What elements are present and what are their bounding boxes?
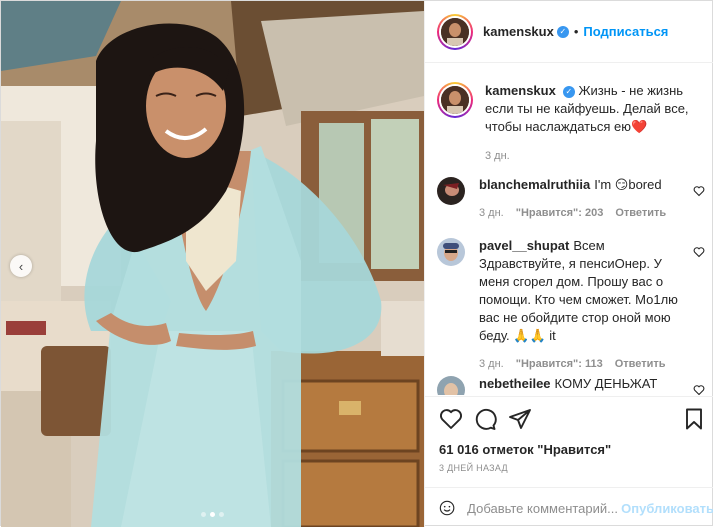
action-bar bbox=[439, 407, 706, 433]
follow-button[interactable]: Подписаться bbox=[583, 24, 668, 39]
caption-time: 3 дн. bbox=[485, 150, 510, 162]
carousel-dots bbox=[201, 512, 224, 517]
comment-bubble-icon[interactable] bbox=[473, 407, 497, 431]
verified-badge-icon: ✓ bbox=[556, 25, 569, 38]
carousel-dot-active bbox=[210, 512, 215, 517]
caption-text-block: kamenskux ✓ Жизнь - не жизнь если ты не к… bbox=[485, 82, 700, 165]
photo-illustration bbox=[1, 1, 424, 527]
likes-count[interactable]: 61 016 отметок "Нравится" bbox=[439, 442, 611, 457]
author-avatar[interactable] bbox=[437, 13, 473, 50]
post-date[interactable]: 3 дней назад bbox=[439, 463, 508, 473]
post-actions: 61 016 отметок "Нравится" 3 дней назад О… bbox=[425, 396, 713, 527]
comment-input[interactable] bbox=[467, 500, 618, 516]
caption-username[interactable]: kamenskux bbox=[485, 83, 556, 98]
post-header: kamenskux ✓ • Подписаться bbox=[425, 1, 713, 63]
add-comment-bar: Опубликовать bbox=[425, 487, 713, 528]
verified-badge-icon: ✓ bbox=[562, 86, 575, 98]
comment-item: nebetheilee КОМУ ДЕНЬЖАТ bbox=[437, 375, 705, 395]
author-username[interactable]: kamenskux bbox=[483, 24, 554, 39]
instagram-post: ‹ kamenskux ✓ • Подписаться kamenskux ✓ … bbox=[0, 0, 713, 527]
post-photo[interactable]: ‹ bbox=[1, 1, 424, 527]
reply-button[interactable]: Ответить bbox=[615, 204, 666, 222]
comment-item: pavel__shupat Всем Здравствуйте, я пенсиО… bbox=[437, 237, 705, 373]
caption-avatar[interactable] bbox=[437, 82, 473, 118]
comment-likes[interactable]: "Нравится": 113 bbox=[516, 355, 603, 373]
share-send-icon[interactable] bbox=[508, 407, 532, 431]
post-caption: kamenskux ✓ Жизнь - не жизнь если ты не к… bbox=[425, 64, 713, 165]
comment-time[interactable]: 3 дн. bbox=[479, 355, 504, 373]
comment-likes[interactable]: "Нравится": 203 bbox=[516, 204, 604, 222]
comment-time[interactable]: 3 дн. bbox=[479, 204, 504, 222]
comment-item: blanchemalruthiia I'm 😏bored 3 дн. "Нрави… bbox=[437, 176, 705, 222]
previous-photo-button[interactable]: ‹ bbox=[10, 255, 32, 277]
reply-button[interactable]: Ответить bbox=[615, 355, 666, 373]
commenter-avatar[interactable] bbox=[437, 177, 465, 205]
commenter-avatar[interactable] bbox=[437, 376, 465, 395]
comment-like-icon[interactable] bbox=[693, 384, 705, 395]
carousel-dot bbox=[219, 512, 224, 517]
carousel-dot bbox=[201, 512, 206, 517]
comment-username[interactable]: nebetheilee bbox=[479, 376, 551, 391]
bookmark-save-icon[interactable] bbox=[682, 407, 706, 431]
post-side-panel: kamenskux ✓ • Подписаться kamenskux ✓ Жиз… bbox=[424, 1, 713, 527]
emoji-smiley-icon[interactable] bbox=[439, 496, 455, 520]
comment-like-icon[interactable] bbox=[693, 185, 705, 197]
comment-like-icon[interactable] bbox=[693, 246, 705, 258]
like-heart-icon[interactable] bbox=[439, 407, 463, 431]
comment-username[interactable]: pavel__shupat bbox=[479, 238, 569, 253]
comments-list[interactable]: kamenskux ✓ Жизнь - не жизнь если ты не к… bbox=[425, 64, 713, 395]
heart-emoji: ❤️ bbox=[631, 119, 648, 134]
comment-username[interactable]: blanchemalruthiia bbox=[479, 177, 590, 192]
commenter-avatar[interactable] bbox=[437, 238, 465, 266]
publish-button[interactable]: Опубликовать bbox=[621, 501, 713, 516]
comment-text: I'm 😏bored bbox=[594, 177, 662, 192]
comment-text: КОМУ ДЕНЬЖАТ bbox=[554, 376, 658, 391]
header-separator: • bbox=[573, 24, 579, 39]
comment-text: Всем Здравствуйте, я пенсиОнер. У меня с… bbox=[479, 238, 678, 343]
chevron-left-icon: ‹ bbox=[18, 258, 24, 274]
